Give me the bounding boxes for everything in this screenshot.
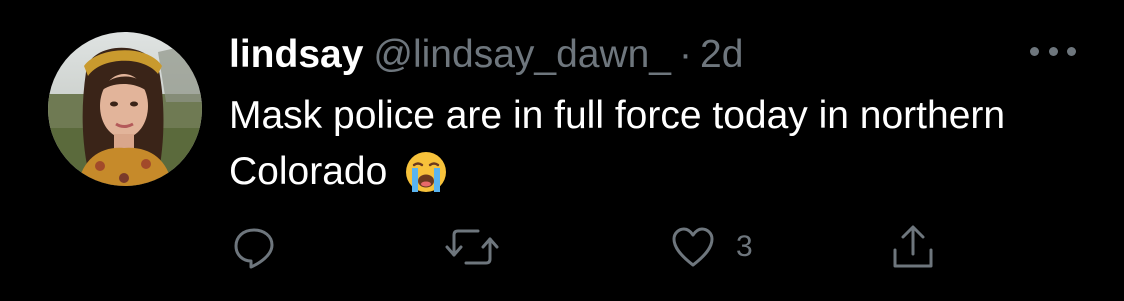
more-dot <box>1067 46 1076 56</box>
retweet-button[interactable] <box>444 224 500 270</box>
more-dot <box>1048 46 1058 56</box>
like-button[interactable]: 3 <box>670 224 753 270</box>
tweet[interactable]: lindsay @lindsay_dawn_ · 2d Mask police … <box>0 0 1124 301</box>
share-icon <box>893 225 933 268</box>
like-count: 3 <box>736 230 753 263</box>
reply-button[interactable] <box>232 224 276 270</box>
retweet-icon <box>445 229 499 265</box>
timestamp[interactable]: 2d <box>700 30 743 80</box>
tweet-text-content: Mask police are in full force today in n… <box>229 94 1006 193</box>
separator-dot: · <box>679 33 692 76</box>
heart-icon <box>672 227 714 267</box>
avatar[interactable] <box>48 32 202 186</box>
reply-icon <box>234 228 274 269</box>
loudly-crying-face-icon <box>404 150 448 210</box>
more-dot <box>1030 46 1039 56</box>
user-handle[interactable]: @lindsay_dawn_ <box>373 30 671 80</box>
more-options-icon[interactable] <box>1030 45 1076 57</box>
display-name[interactable]: lindsay <box>229 30 363 80</box>
tweet-header: lindsay @lindsay_dawn_ · 2d <box>229 30 743 80</box>
tweet-actions: 3 <box>0 220 1124 276</box>
tweet-text: Mask police are in full force today in n… <box>229 88 1069 210</box>
share-button[interactable] <box>890 224 936 270</box>
